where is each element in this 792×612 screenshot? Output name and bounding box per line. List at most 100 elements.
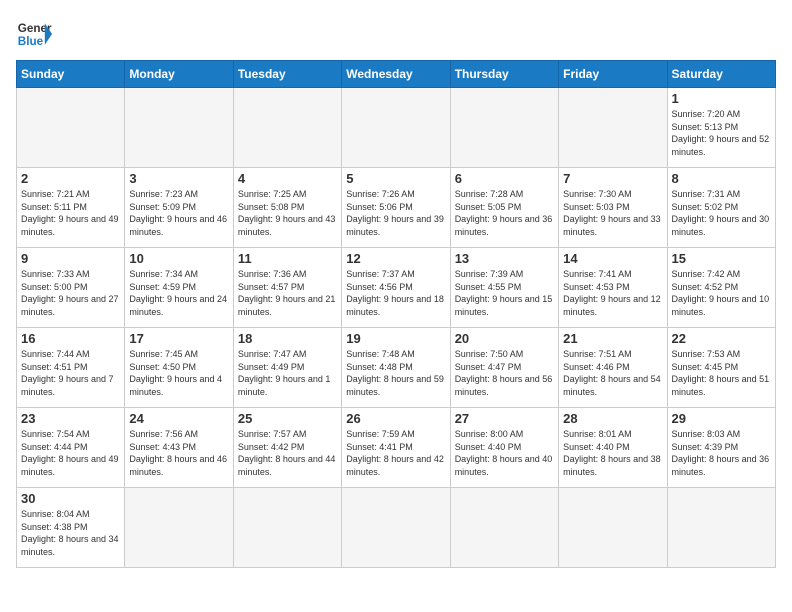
week-row-1: 1Sunrise: 7:20 AM Sunset: 5:13 PM Daylig…: [17, 88, 776, 168]
day-number: 11: [238, 251, 337, 266]
day-info: Sunrise: 7:59 AM Sunset: 4:41 PM Dayligh…: [346, 428, 445, 478]
day-info: Sunrise: 7:54 AM Sunset: 4:44 PM Dayligh…: [21, 428, 120, 478]
calendar-cell: 29Sunrise: 8:03 AM Sunset: 4:39 PM Dayli…: [667, 408, 775, 488]
day-number: 27: [455, 411, 554, 426]
day-number: 25: [238, 411, 337, 426]
day-number: 9: [21, 251, 120, 266]
calendar-cell: 16Sunrise: 7:44 AM Sunset: 4:51 PM Dayli…: [17, 328, 125, 408]
day-info: Sunrise: 7:41 AM Sunset: 4:53 PM Dayligh…: [563, 268, 662, 318]
calendar-cell: 15Sunrise: 7:42 AM Sunset: 4:52 PM Dayli…: [667, 248, 775, 328]
calendar-cell: 2Sunrise: 7:21 AM Sunset: 5:11 PM Daylig…: [17, 168, 125, 248]
calendar-cell: 24Sunrise: 7:56 AM Sunset: 4:43 PM Dayli…: [125, 408, 233, 488]
calendar-cell: 26Sunrise: 7:59 AM Sunset: 4:41 PM Dayli…: [342, 408, 450, 488]
calendar-cell: [342, 88, 450, 168]
calendar-cell: 14 Sunrise: 7:41 AM Sunset: 4:53 PM Dayli…: [559, 248, 667, 328]
calendar-cell: 21Sunrise: 7:51 AM Sunset: 4:46 PM Dayli…: [559, 328, 667, 408]
calendar-cell: 23 Sunrise: 7:54 AM Sunset: 4:44 PM Dayli…: [17, 408, 125, 488]
calendar-cell: 3Sunrise: 7:23 AM Sunset: 5:09 PM Daylig…: [125, 168, 233, 248]
week-row-5: 23 Sunrise: 7:54 AM Sunset: 4:44 PM Dayli…: [17, 408, 776, 488]
logo-icon: General Blue: [16, 16, 52, 52]
day-info: Sunrise: 7:34 AM Sunset: 4:59 PM Dayligh…: [129, 268, 228, 318]
day-header-saturday: Saturday: [667, 61, 775, 88]
day-info: Sunrise: 7:33 AM Sunset: 5:00 PM Dayligh…: [21, 268, 120, 318]
day-info: Sunrise: 8:04 AM Sunset: 4:38 PM Dayligh…: [21, 508, 120, 558]
day-number: 28: [563, 411, 662, 426]
day-info: Sunrise: 7:57 AM Sunset: 4:42 PM Dayligh…: [238, 428, 337, 478]
week-row-2: 2Sunrise: 7:21 AM Sunset: 5:11 PM Daylig…: [17, 168, 776, 248]
calendar-cell: 13 Sunrise: 7:39 AM Sunset: 4:55 PM Dayli…: [450, 248, 558, 328]
day-number: 16: [21, 331, 120, 346]
calendar-cell: [667, 488, 775, 568]
calendar-cell: 17Sunrise: 7:45 AM Sunset: 4:50 PM Dayli…: [125, 328, 233, 408]
calendar-cell: 27 Sunrise: 8:00 AM Sunset: 4:40 PM Dayli…: [450, 408, 558, 488]
calendar-cell: 1Sunrise: 7:20 AM Sunset: 5:13 PM Daylig…: [667, 88, 775, 168]
day-info: Sunrise: 7:39 AM Sunset: 4:55 PM Dayligh…: [455, 268, 554, 318]
calendar-cell: 30 Sunrise: 8:04 AM Sunset: 4:38 PM Dayli…: [17, 488, 125, 568]
week-row-4: 16Sunrise: 7:44 AM Sunset: 4:51 PM Dayli…: [17, 328, 776, 408]
day-info: Sunrise: 7:37 AM Sunset: 4:56 PM Dayligh…: [346, 268, 445, 318]
day-info: Sunrise: 7:50 AM Sunset: 4:47 PM Dayligh…: [455, 348, 554, 398]
calendar-cell: 19 Sunrise: 7:48 AM Sunset: 4:48 PM Dayli…: [342, 328, 450, 408]
calendar-cell: 5 Sunrise: 7:26 AM Sunset: 5:06 PM Daylig…: [342, 168, 450, 248]
day-number: 5: [346, 171, 445, 186]
calendar-cell: 20 Sunrise: 7:50 AM Sunset: 4:47 PM Dayli…: [450, 328, 558, 408]
day-number: 23: [21, 411, 120, 426]
day-info: Sunrise: 7:23 AM Sunset: 5:09 PM Dayligh…: [129, 188, 228, 238]
day-number: 6: [455, 171, 554, 186]
day-number: 19: [346, 331, 445, 346]
day-number: 7: [563, 171, 662, 186]
day-number: 15: [672, 251, 771, 266]
day-info: Sunrise: 7:21 AM Sunset: 5:11 PM Dayligh…: [21, 188, 120, 238]
day-number: 12: [346, 251, 445, 266]
calendar-cell: [559, 88, 667, 168]
day-header-sunday: Sunday: [17, 61, 125, 88]
day-number: 8: [672, 171, 771, 186]
day-info: Sunrise: 7:31 AM Sunset: 5:02 PM Dayligh…: [672, 188, 771, 238]
day-number: 18: [238, 331, 337, 346]
calendar-cell: 22Sunrise: 7:53 AM Sunset: 4:45 PM Dayli…: [667, 328, 775, 408]
day-info: Sunrise: 7:20 AM Sunset: 5:13 PM Dayligh…: [672, 108, 771, 158]
day-info: Sunrise: 7:28 AM Sunset: 5:05 PM Dayligh…: [455, 188, 554, 238]
week-row-6: 30 Sunrise: 8:04 AM Sunset: 4:38 PM Dayli…: [17, 488, 776, 568]
page-header: General Blue: [16, 16, 776, 52]
calendar-cell: 12 Sunrise: 7:37 AM Sunset: 4:56 PM Dayli…: [342, 248, 450, 328]
day-info: Sunrise: 7:47 AM Sunset: 4:49 PM Dayligh…: [238, 348, 337, 398]
day-header-monday: Monday: [125, 61, 233, 88]
day-info: Sunrise: 7:48 AM Sunset: 4:48 PM Dayligh…: [346, 348, 445, 398]
day-number: 20: [455, 331, 554, 346]
day-info: Sunrise: 7:30 AM Sunset: 5:03 PM Dayligh…: [563, 188, 662, 238]
calendar-table: SundayMondayTuesdayWednesdayThursdayFrid…: [16, 60, 776, 568]
calendar-cell: [559, 488, 667, 568]
day-number: 13: [455, 251, 554, 266]
day-number: 4: [238, 171, 337, 186]
calendar-cell: [125, 88, 233, 168]
day-info: Sunrise: 8:03 AM Sunset: 4:39 PM Dayligh…: [672, 428, 771, 478]
day-info: Sunrise: 7:26 AM Sunset: 5:06 PM Dayligh…: [346, 188, 445, 238]
calendar-cell: 8 Sunrise: 7:31 AM Sunset: 5:02 PM Daylig…: [667, 168, 775, 248]
calendar-cell: 11 Sunrise: 7:36 AM Sunset: 4:57 PM Dayli…: [233, 248, 341, 328]
day-number: 17: [129, 331, 228, 346]
calendar-cell: [233, 88, 341, 168]
day-number: 30: [21, 491, 120, 506]
svg-text:Blue: Blue: [18, 35, 44, 48]
calendar-cell: 9 Sunrise: 7:33 AM Sunset: 5:00 PM Daylig…: [17, 248, 125, 328]
week-row-3: 9 Sunrise: 7:33 AM Sunset: 5:00 PM Daylig…: [17, 248, 776, 328]
calendar-cell: [17, 88, 125, 168]
day-info: Sunrise: 7:36 AM Sunset: 4:57 PM Dayligh…: [238, 268, 337, 318]
calendar-cell: 7 Sunrise: 7:30 AM Sunset: 5:03 PM Daylig…: [559, 168, 667, 248]
day-header-wednesday: Wednesday: [342, 61, 450, 88]
calendar-cell: 25 Sunrise: 7:57 AM Sunset: 4:42 PM Dayli…: [233, 408, 341, 488]
day-number: 14: [563, 251, 662, 266]
day-info: Sunrise: 8:00 AM Sunset: 4:40 PM Dayligh…: [455, 428, 554, 478]
calendar-cell: [450, 88, 558, 168]
day-info: Sunrise: 8:01 AM Sunset: 4:40 PM Dayligh…: [563, 428, 662, 478]
calendar-cell: [125, 488, 233, 568]
day-number: 22: [672, 331, 771, 346]
day-number: 21: [563, 331, 662, 346]
calendar-cell: [450, 488, 558, 568]
day-number: 10: [129, 251, 228, 266]
logo: General Blue: [16, 16, 52, 52]
calendar-cell: 4Sunrise: 7:25 AM Sunset: 5:08 PM Daylig…: [233, 168, 341, 248]
day-header-tuesday: Tuesday: [233, 61, 341, 88]
calendar-cell: 6 Sunrise: 7:28 AM Sunset: 5:05 PM Daylig…: [450, 168, 558, 248]
